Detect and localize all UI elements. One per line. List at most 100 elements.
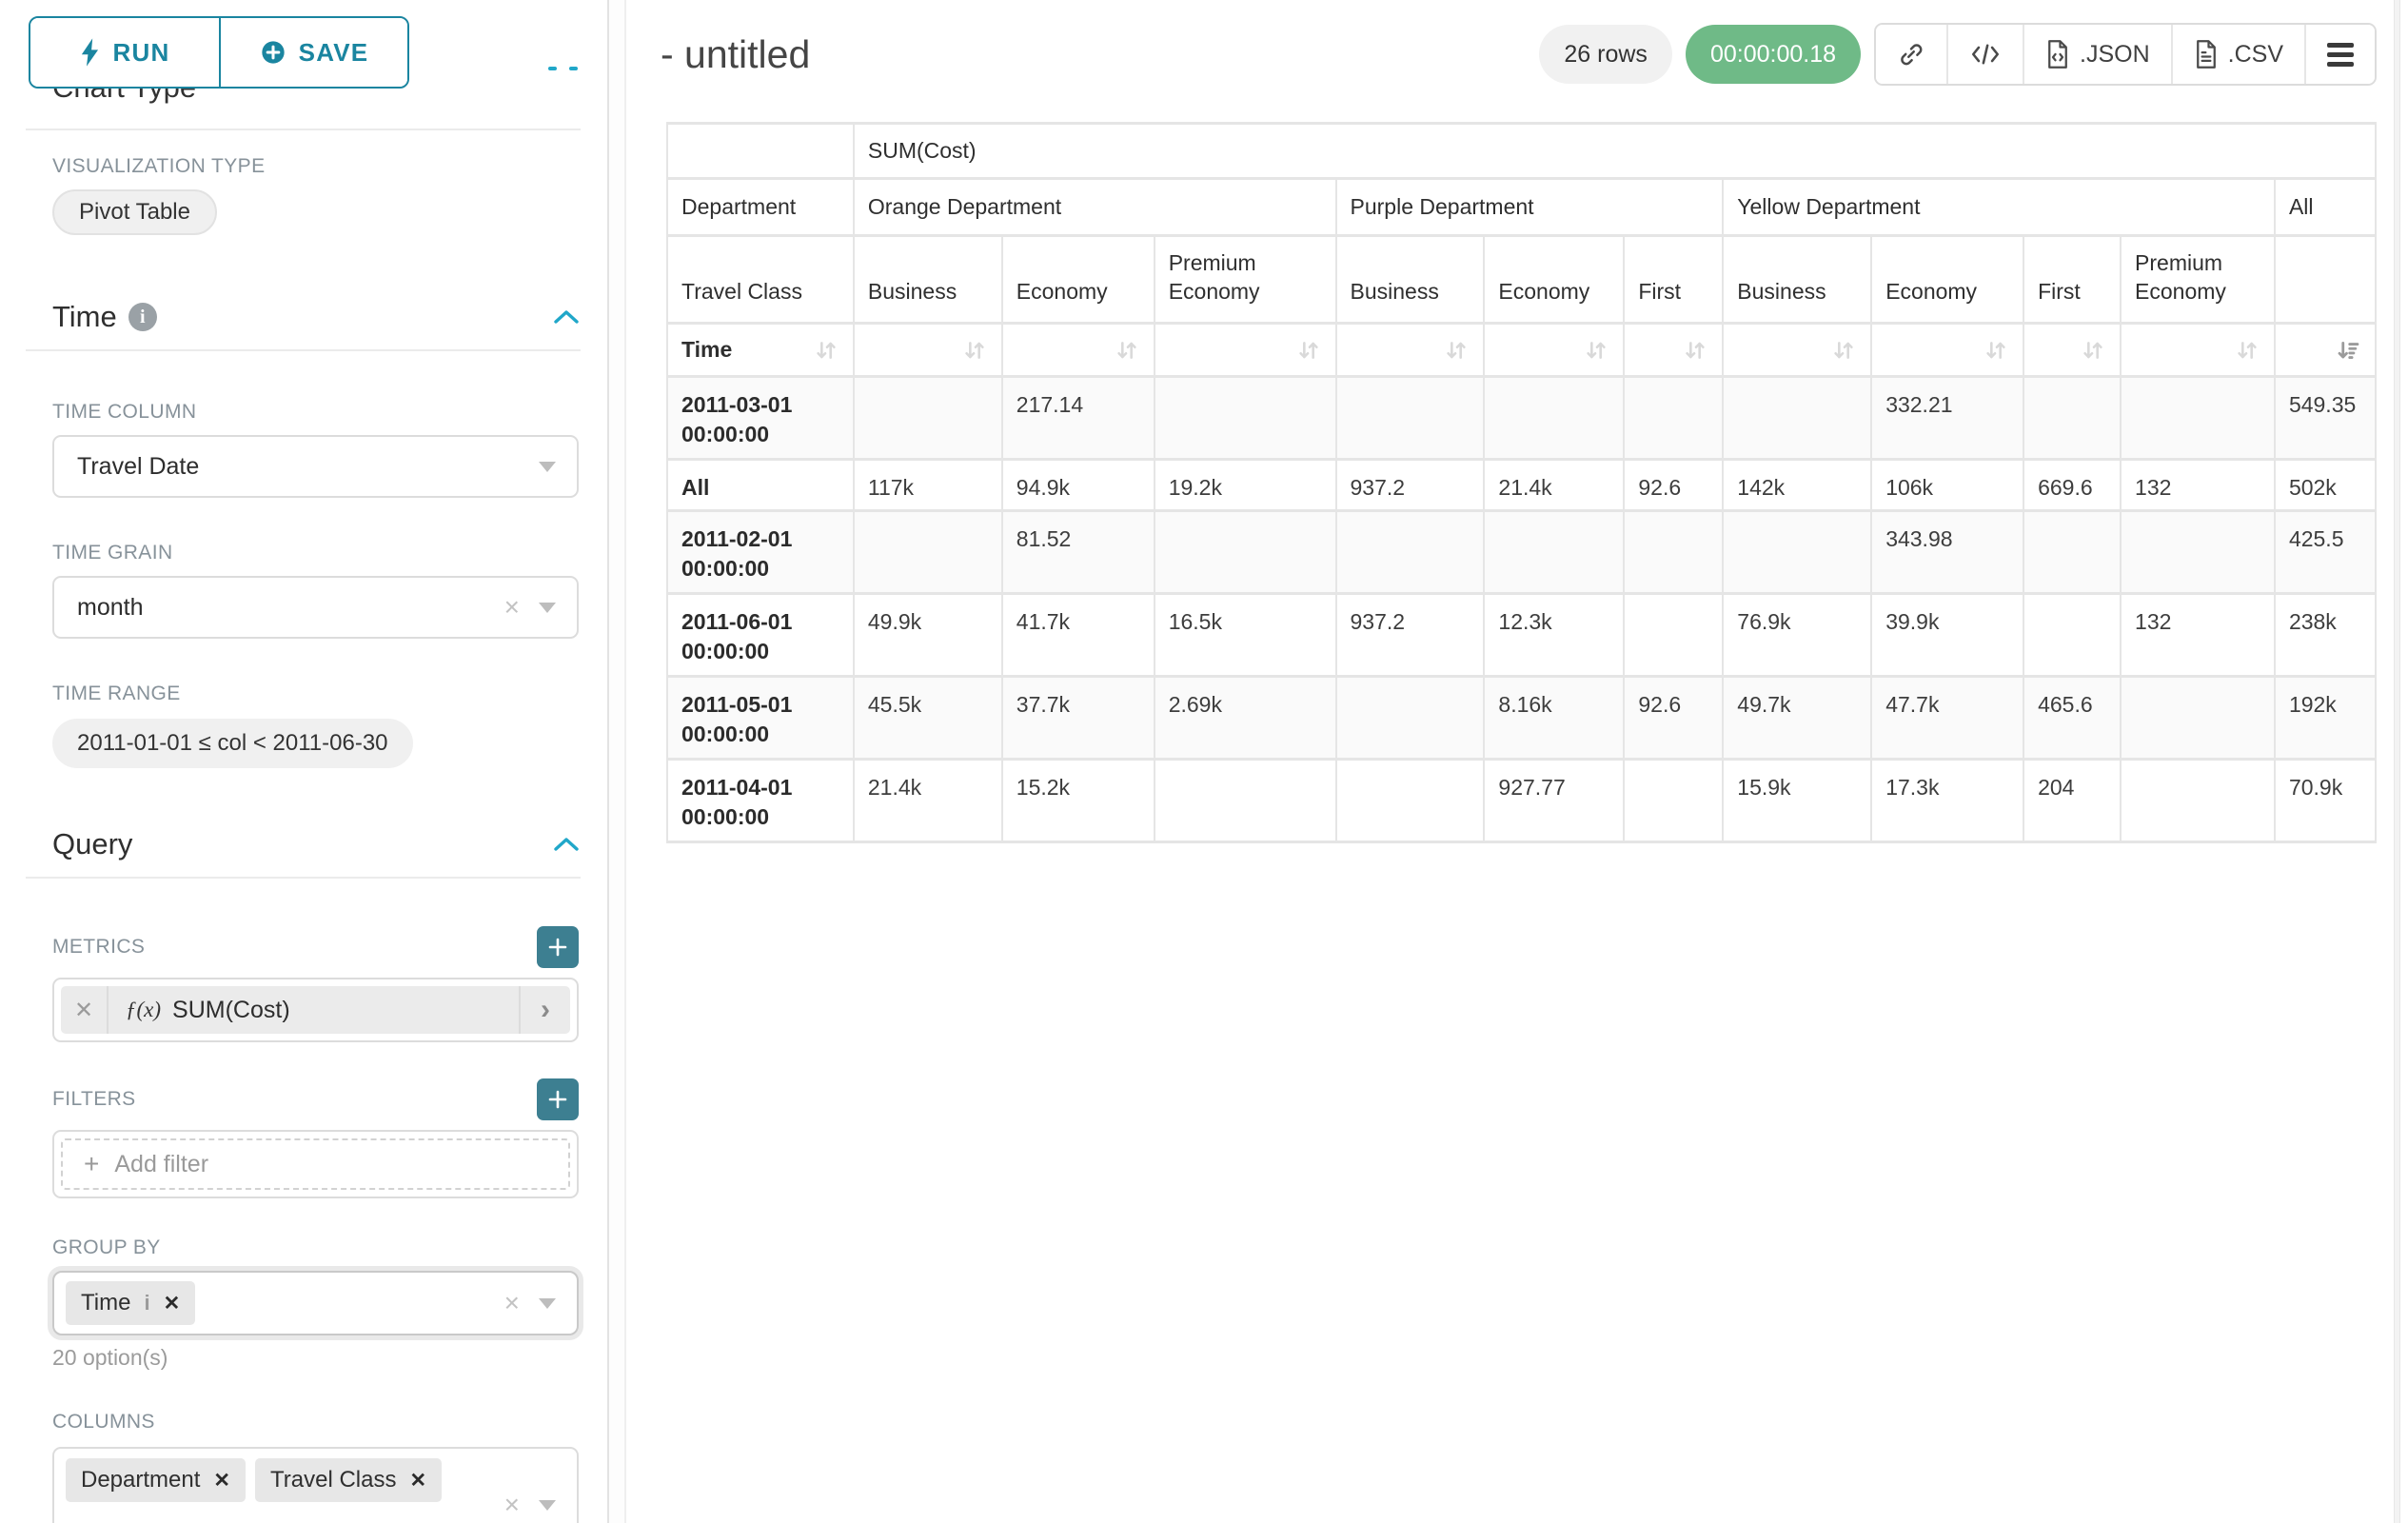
time-column-select[interactable]: Travel Date — [52, 435, 579, 498]
corner-cell — [667, 124, 854, 179]
sort-descending-icon[interactable] — [2335, 337, 2361, 364]
pivot-cell: 12.3k — [1484, 594, 1624, 677]
sort-cell[interactable] — [2121, 324, 2275, 377]
sort-cell[interactable] — [1624, 324, 1723, 377]
sort-arrows-icon[interactable] — [1295, 337, 1322, 364]
row-label: 2011-05-0100:00:00 — [667, 677, 854, 760]
sort-cell[interactable] — [1871, 324, 2023, 377]
pivot-cell — [2023, 377, 2121, 460]
sort-cell[interactable] — [2023, 324, 2121, 377]
row-count-badge: 26 rows — [1539, 25, 1672, 84]
pivot-cell: 332.21 — [1871, 377, 2023, 460]
chip-close-icon[interactable]: ✕ — [164, 1292, 181, 1315]
remove-metric-icon[interactable]: ✕ — [61, 986, 109, 1034]
main-scrollbar[interactable] — [2394, 0, 2400, 1523]
hamburger-menu-icon — [2327, 43, 2354, 67]
link-icon — [1897, 40, 1925, 69]
chevron-up-icon[interactable] — [554, 837, 579, 852]
pivot-cell: 47.7k — [1871, 677, 2023, 760]
panel-scrollbar[interactable] — [609, 0, 626, 1523]
columns-chip-travel-class[interactable]: Travel Class ✕ — [255, 1458, 442, 1502]
pivot-cell: 21.4k — [1484, 460, 1624, 511]
row-label: 2011-06-0100:00:00 — [667, 594, 854, 677]
pivot-table: SUM(Cost)DepartmentOrange DepartmentPurp… — [666, 122, 2377, 843]
sort-cell[interactable] — [854, 324, 1002, 377]
sort-arrows-icon[interactable] — [1983, 337, 2009, 364]
time-grain-select[interactable]: month × — [52, 576, 579, 639]
sort-arrows-icon[interactable] — [961, 337, 988, 364]
chip-close-icon[interactable]: ✕ — [213, 1469, 230, 1493]
sort-cell[interactable] — [1723, 324, 1871, 377]
info-circle-icon[interactable]: i — [128, 303, 157, 331]
pivot-cell: 238k — [2275, 594, 2376, 677]
column-info-icon[interactable]: i — [144, 1291, 149, 1315]
pivot-cell: 92.6 — [1624, 460, 1723, 511]
sort-arrows-icon[interactable] — [1830, 337, 1857, 364]
sort-cell[interactable] — [2275, 324, 2376, 377]
sort-arrows-icon[interactable] — [1583, 337, 1609, 364]
sort-arrows-icon[interactable] — [2080, 337, 2106, 364]
travel-class-column-header — [2275, 236, 2376, 324]
pivot-cell: 94.9k — [1002, 460, 1155, 511]
chevron-up-icon[interactable] — [554, 309, 579, 325]
pivot-cell — [2121, 377, 2275, 460]
sort-arrows-icon[interactable] — [1114, 337, 1140, 364]
pivot-row: 2011-02-0100:00:0081.52343.98425.5 — [667, 511, 2376, 594]
share-link-button[interactable] — [1876, 25, 1948, 84]
time-range-pill[interactable]: 2011-01-01 ≤ col < 2011-06-30 — [52, 719, 413, 768]
pivot-cell: 45.5k — [854, 677, 1002, 760]
add-filter-button[interactable] — [537, 1078, 579, 1120]
function-icon: ƒ(x) — [126, 998, 161, 1022]
sort-arrows-icon[interactable] — [1682, 337, 1708, 364]
time-section-header: Time i — [52, 300, 579, 334]
clear-icon[interactable]: × — [504, 1290, 520, 1316]
sort-arrows-icon[interactable] — [1443, 337, 1470, 364]
add-filter-placeholder: Add filter — [114, 1151, 208, 1178]
chevron-down-icon[interactable] — [539, 1500, 556, 1511]
pivot-cell: 8.16k — [1484, 677, 1624, 760]
sort-cell[interactable] — [1002, 324, 1155, 377]
panel-top: Chart Type RUN SAVE — [0, 0, 607, 129]
pivot-cell: 117k — [854, 460, 1002, 511]
run-button[interactable]: RUN — [30, 18, 219, 87]
columns-select[interactable]: Department ✕ Travel Class ✕ × — [52, 1447, 579, 1523]
row-label: 2011-02-0100:00:00 — [667, 511, 854, 594]
chart-type-collapse-icon[interactable] — [548, 67, 579, 71]
run-save-button-group: RUN SAVE — [29, 16, 409, 89]
save-button[interactable]: SAVE — [219, 18, 407, 87]
chevron-down-icon[interactable] — [539, 462, 556, 472]
metric-expand-icon[interactable]: › — [519, 986, 570, 1034]
export-json-button[interactable]: .JSON — [2024, 25, 2173, 84]
time-sort-header[interactable]: Time — [667, 324, 854, 377]
metric-main[interactable]: ƒ(x) SUM(Cost) — [109, 986, 519, 1034]
add-metric-button[interactable] — [537, 926, 579, 968]
pivot-cell — [1155, 377, 1336, 460]
menu-button[interactable] — [2306, 25, 2375, 84]
plus-icon — [547, 1089, 568, 1110]
sort-cell[interactable] — [1155, 324, 1336, 377]
visualization-type-pill[interactable]: Pivot Table — [52, 189, 217, 235]
clear-icon[interactable]: × — [504, 594, 520, 621]
pivot-row: 2011-06-0100:00:0049.9k41.7k16.5k937.212… — [667, 594, 2376, 677]
embed-code-button[interactable] — [1948, 25, 2024, 84]
clear-icon[interactable]: × — [504, 1492, 520, 1518]
chevron-down-icon[interactable] — [539, 603, 556, 613]
sort-row: Time — [667, 324, 2376, 377]
group-by-chip-time[interactable]: Time i ✕ — [66, 1281, 195, 1325]
group-by-select[interactable]: Time i ✕ × — [52, 1271, 579, 1335]
pivot-cell: 76.9k — [1723, 594, 1871, 677]
sort-cell[interactable] — [1336, 324, 1485, 377]
export-csv-button[interactable]: .CSV — [2173, 25, 2306, 84]
sort-arrows-icon[interactable] — [2234, 337, 2260, 364]
sort-arrows-icon[interactable] — [813, 337, 839, 364]
add-filter-dropzone[interactable]: + Add filter — [61, 1138, 570, 1190]
pivot-cell — [1155, 511, 1336, 594]
chevron-down-icon[interactable] — [539, 1298, 556, 1309]
metrics-label: METRICS — [52, 936, 145, 959]
chip-close-icon[interactable]: ✕ — [409, 1469, 426, 1493]
metric-pill[interactable]: ✕ ƒ(x) SUM(Cost) › — [61, 986, 570, 1034]
sort-cell[interactable] — [1484, 324, 1624, 377]
page-title[interactable]: - untitled — [661, 32, 810, 77]
pivot-cell — [2121, 760, 2275, 842]
columns-chip-department[interactable]: Department ✕ — [66, 1458, 246, 1502]
